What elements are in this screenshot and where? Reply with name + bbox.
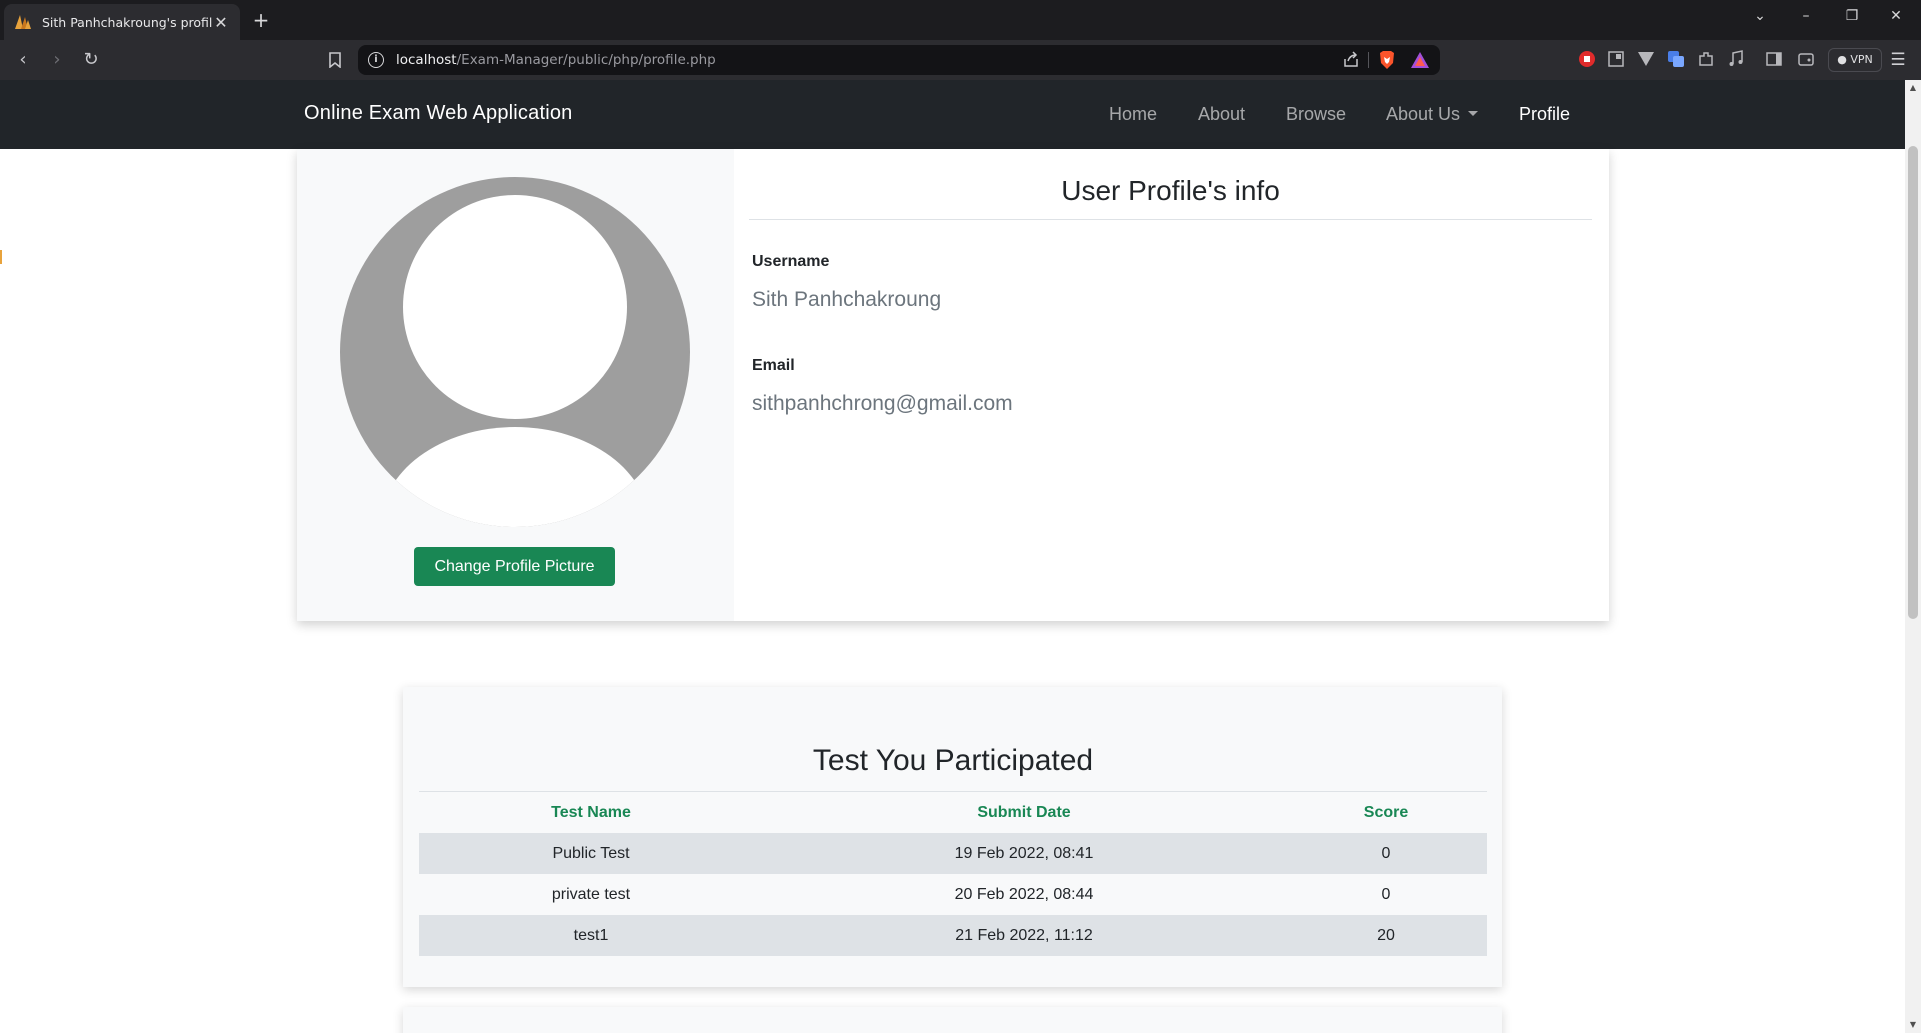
- profile-card: Change Profile Picture User Profile's in…: [297, 149, 1609, 621]
- email-label: Email: [752, 357, 795, 374]
- profile-info-title: User Profile's info: [1061, 175, 1280, 206]
- nav-link-home[interactable]: Home: [1109, 104, 1157, 125]
- email-value: sithpanhchrong@gmail.com: [752, 392, 1013, 415]
- nav-dropdown-about-us[interactable]: About Us: [1386, 104, 1479, 125]
- table-row[interactable]: Public Test 19 Feb 2022, 08:41 0: [419, 833, 1487, 874]
- minimize-icon[interactable]: –: [1794, 8, 1818, 24]
- translate-icon[interactable]: [1667, 50, 1685, 68]
- share-icon[interactable]: [1342, 51, 1360, 69]
- next-section-card: [403, 1007, 1502, 1033]
- browser-toolbar: ‹ › ↻ i localhost/Exam-Manager/public/ph…: [0, 40, 1921, 80]
- address-bar[interactable]: i localhost/Exam-Manager/public/php/prof…: [358, 45, 1440, 75]
- score-cell: 0: [1285, 833, 1487, 874]
- table-row[interactable]: test1 21 Feb 2022, 11:12 20: [419, 915, 1487, 956]
- restore-icon[interactable]: ❐: [1840, 8, 1864, 24]
- url-path: /Exam-Manager/public/php/profile.php: [456, 52, 716, 68]
- scroll-down-icon[interactable]: ▼: [1908, 1019, 1918, 1031]
- omnibox-divider: [1368, 52, 1369, 68]
- browser-tab-strip: Sith Panhchakroung's profile ✕ + ⌄ – ❐ ✕: [0, 0, 1921, 40]
- table-row[interactable]: private test 20 Feb 2022, 08:44 0: [419, 874, 1487, 915]
- test-name-cell: test1: [419, 915, 763, 956]
- tests-table: Test Name Submit Date Score Public Test …: [419, 792, 1487, 956]
- tab-title: Sith Panhchakroung's profile: [42, 14, 212, 30]
- column-header-test-name: Test Name: [551, 803, 631, 821]
- avatar: [340, 177, 690, 527]
- navbar-brand[interactable]: Online Exam Web Application: [304, 102, 573, 125]
- brave-rewards-icon[interactable]: [1410, 51, 1430, 69]
- url-text[interactable]: localhost/Exam-Manager/public/php/profil…: [396, 52, 716, 68]
- media-icon[interactable]: [1727, 50, 1745, 68]
- nav-link-about[interactable]: About: [1198, 104, 1245, 125]
- submit-date-cell: 21 Feb 2022, 11:12: [763, 915, 1285, 956]
- brave-shields-icon[interactable]: [1378, 50, 1396, 70]
- tests-title: Test You Participated: [812, 744, 1094, 777]
- record-extension-icon[interactable]: [1578, 50, 1596, 68]
- page-scrollbar[interactable]: ▲ ▼: [1905, 80, 1921, 1033]
- profile-info-panel: User Profile's info Username Sith Panhch…: [734, 149, 1609, 621]
- browser-tab[interactable]: Sith Panhchakroung's profile ✕: [4, 4, 240, 40]
- new-tab-icon[interactable]: +: [250, 8, 272, 32]
- submit-date-cell: 19 Feb 2022, 08:41: [763, 833, 1285, 874]
- nav-link-browse[interactable]: Browse: [1286, 104, 1346, 125]
- column-header-submit-date: Submit Date: [977, 803, 1071, 821]
- nav-link-profile[interactable]: Profile: [1519, 104, 1570, 125]
- change-profile-picture-button[interactable]: Change Profile Picture: [414, 547, 615, 586]
- site-info-icon[interactable]: i: [368, 52, 384, 68]
- title-divider: [749, 219, 1592, 220]
- tests-participated-card: Test You Participated Test Name Submit D…: [403, 687, 1502, 987]
- nav-dropdown-label: About Us: [1386, 104, 1461, 124]
- scrollbar-thumb[interactable]: [1908, 146, 1918, 619]
- vue-devtools-icon[interactable]: [1637, 50, 1655, 68]
- wallet-icon[interactable]: [1797, 50, 1815, 68]
- reload-icon[interactable]: ↻: [80, 49, 102, 71]
- bookmark-icon[interactable]: [328, 52, 342, 68]
- profile-picture-panel: Change Profile Picture: [297, 149, 734, 621]
- submit-date-cell: 20 Feb 2022, 08:44: [954, 885, 1094, 903]
- table-header-row: Test Name Submit Date Score: [419, 792, 1487, 833]
- close-window-icon[interactable]: ✕: [1884, 8, 1908, 24]
- edge-marker: [0, 250, 2, 264]
- vpn-label: VPN: [1850, 53, 1873, 66]
- url-host: localhost: [396, 52, 457, 68]
- test-name-cell: Public Test: [419, 833, 763, 874]
- dropdown-caret-icon: [1468, 110, 1479, 116]
- test-name-cell: private test: [551, 885, 631, 903]
- sidebar-icon[interactable]: [1765, 50, 1783, 68]
- scroll-up-icon[interactable]: ▲: [1908, 82, 1918, 94]
- reader-extension-icon[interactable]: [1607, 50, 1625, 68]
- browser-menu-icon[interactable]: ☰: [1888, 50, 1908, 70]
- site-favicon-icon: [15, 15, 31, 29]
- vpn-button[interactable]: ● VPN: [1828, 48, 1882, 72]
- site-navbar: Online Exam Web Application Home About B…: [0, 80, 1905, 149]
- score-cell: 0: [1381, 885, 1391, 903]
- column-header-score: Score: [1363, 803, 1409, 821]
- username-label: Username: [752, 253, 830, 270]
- extensions-puzzle-icon[interactable]: [1697, 50, 1715, 68]
- page-viewport: Online Exam Web Application Home About B…: [0, 80, 1921, 1033]
- username-value: Sith Panhchakroung: [752, 288, 942, 311]
- back-icon[interactable]: ‹: [12, 49, 34, 71]
- close-tab-icon[interactable]: ✕: [212, 13, 230, 32]
- score-cell: 20: [1285, 915, 1487, 956]
- forward-icon[interactable]: ›: [46, 49, 68, 71]
- tab-search-chevron-icon[interactable]: ⌄: [1748, 8, 1772, 24]
